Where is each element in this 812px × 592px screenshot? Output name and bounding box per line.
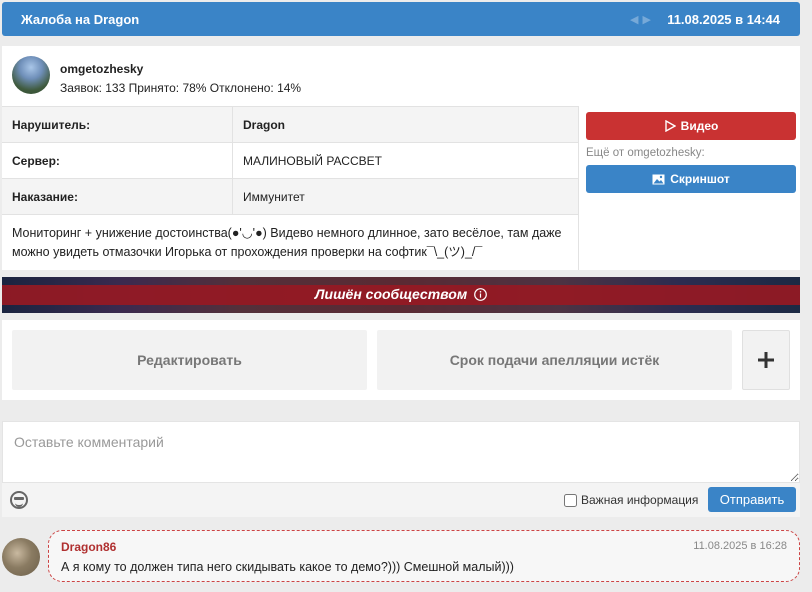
important-checkbox-input[interactable] xyxy=(564,493,577,507)
author-avatar[interactable] xyxy=(12,56,50,94)
important-info-checkbox[interactable]: Важная информация xyxy=(564,493,698,507)
complaint-title: Жалоба на Dragon xyxy=(21,12,140,27)
detail-label: Наказание: xyxy=(12,190,78,204)
detail-value: МАЛИНОВЫЙ РАССВЕТ xyxy=(243,154,382,168)
community-banner: Лишён сообществом xyxy=(2,277,800,313)
more-from-author: Ещё от omgetozhesky: xyxy=(586,147,705,159)
banner-text: Лишён сообществом xyxy=(314,286,468,302)
reply-avatar[interactable] xyxy=(2,538,40,576)
info-icon[interactable] xyxy=(474,288,487,301)
reply-text: А я кому то должен типа него скидывать к… xyxy=(61,560,514,574)
author-stats: Заявок: 133 Принято: 78% Отклонено: 14% xyxy=(60,81,302,95)
reply-bubble: Dragon86 11.08.2025 в 16:28 А я кому то … xyxy=(48,530,800,582)
details-table: Нарушитель: Dragon Сервер: МАЛИНОВЫЙ РАС… xyxy=(2,106,578,214)
column-divider xyxy=(578,106,579,270)
reply-author[interactable]: Dragon86 xyxy=(61,540,116,554)
detail-value: Dragon xyxy=(243,118,285,132)
detail-label: Нарушитель: xyxy=(12,118,91,132)
comment-item: Dragon86 11.08.2025 в 16:28 А я кому то … xyxy=(0,530,812,592)
image-icon xyxy=(652,174,665,184)
emoji-icon[interactable] xyxy=(10,491,28,509)
nav-arrows-icon[interactable]: ◀▶ xyxy=(630,13,655,26)
video-button-label: Видео xyxy=(680,119,719,133)
important-label: Важная информация xyxy=(581,493,699,507)
detail-label: Сервер: xyxy=(12,154,60,168)
banner-text-wrap: Лишён сообществом xyxy=(2,286,800,302)
send-button[interactable]: Отправить xyxy=(708,487,796,512)
detail-row-violator: Нарушитель: Dragon xyxy=(2,106,578,142)
table-divider xyxy=(232,106,233,214)
complaint-card: omgetozhesky Заявок: 133 Принято: 78% От… xyxy=(2,46,800,270)
complaint-date: 11.08.2025 в 14:44 xyxy=(667,12,780,27)
complaint-header: Жалоба на Dragon ◀▶ 11.08.2025 в 14:44 xyxy=(2,2,800,36)
edit-button[interactable]: Редактировать xyxy=(12,330,367,390)
play-icon xyxy=(664,120,676,132)
author-name[interactable]: omgetozhesky xyxy=(60,62,143,76)
reply-date: 11.08.2025 в 16:28 xyxy=(693,540,787,552)
plus-icon xyxy=(758,352,774,368)
complaint-description: Мониторинг + унижение достоинства(●'◡'●)… xyxy=(2,214,578,270)
comment-form: Важная информация Отправить xyxy=(2,421,800,517)
comment-input[interactable] xyxy=(2,421,800,483)
video-button[interactable]: Видео xyxy=(586,112,796,140)
comment-toolbar: Важная информация Отправить xyxy=(2,483,800,517)
add-button[interactable] xyxy=(742,330,790,390)
detail-value: Иммунитет xyxy=(243,190,305,204)
screenshot-button[interactable]: Скриншот xyxy=(586,165,796,193)
appeal-expired-button[interactable]: Срок подачи апелляции истёк xyxy=(377,330,732,390)
screenshot-button-label: Скриншот xyxy=(670,172,730,186)
detail-row-punishment: Наказание: Иммунитет xyxy=(2,178,578,214)
detail-row-server: Сервер: МАЛИНОВЫЙ РАССВЕТ xyxy=(2,142,578,178)
actions-panel: Редактировать Срок подачи апелляции истё… xyxy=(2,320,800,400)
